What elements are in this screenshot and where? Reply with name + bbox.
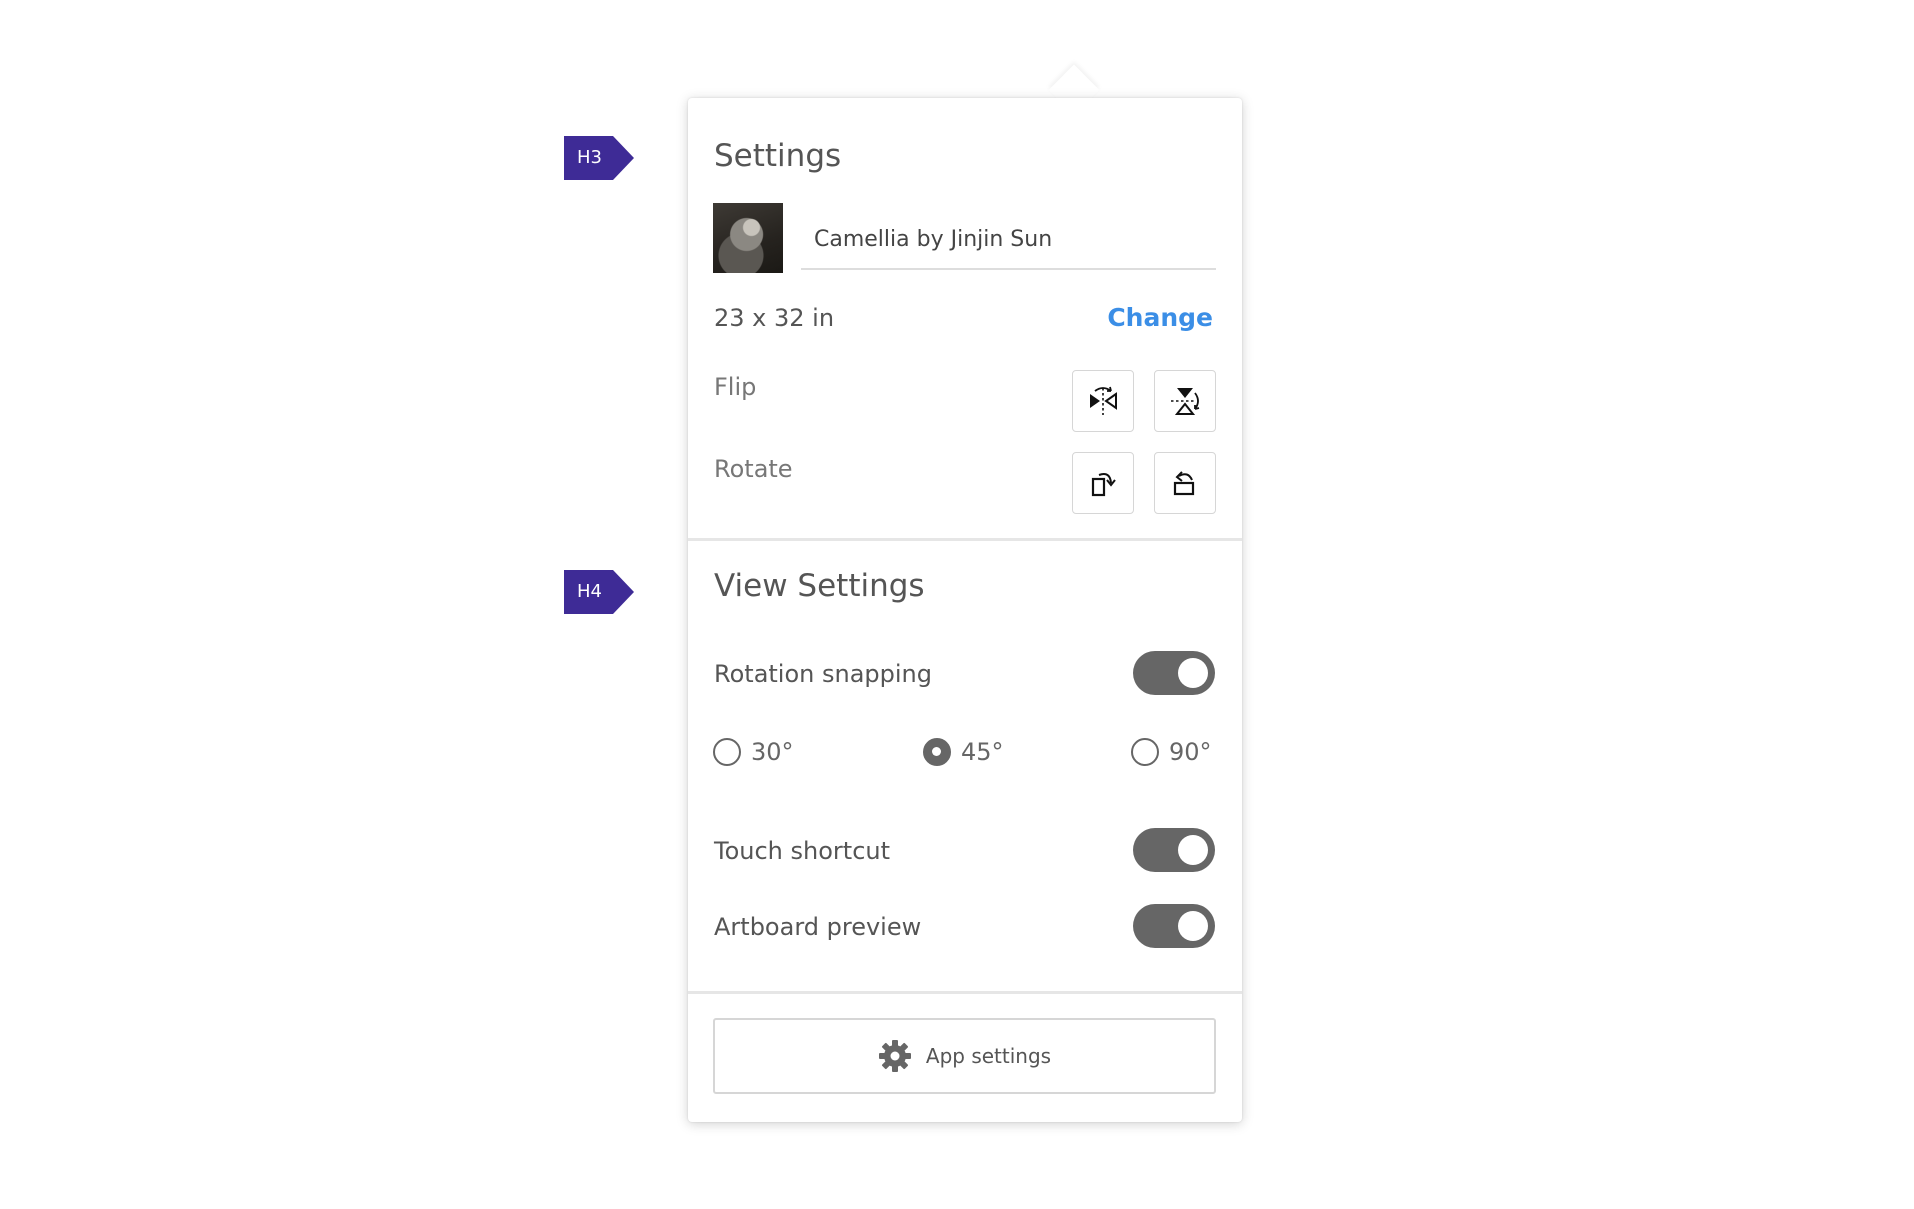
snap-option-90[interactable]: 90°	[1131, 738, 1212, 766]
artwork-size: 23 x 32 in	[714, 304, 835, 332]
section-divider	[688, 991, 1242, 994]
caret-cover	[1040, 98, 1110, 120]
toggle-knob	[1178, 835, 1208, 865]
app-settings-button[interactable]: App settings	[713, 1018, 1216, 1094]
touch-shortcut-label: Touch shortcut	[714, 837, 891, 865]
toggle-knob	[1178, 658, 1208, 688]
settings-heading: Settings	[714, 138, 842, 174]
rotate-clockwise-button[interactable]	[1072, 452, 1134, 514]
artwork-name-field[interactable]: Camellia by Jinjin Sun	[801, 210, 1216, 270]
radio-circle	[713, 738, 741, 766]
rotate-counterclockwise-button[interactable]	[1154, 452, 1216, 514]
snap-option-label: 90°	[1169, 738, 1212, 766]
view-settings-heading: View Settings	[714, 568, 925, 604]
snap-option-label: 30°	[751, 738, 794, 766]
flip-horizontal-icon	[1090, 386, 1117, 415]
rotate-label: Rotate	[714, 455, 793, 483]
radio-circle	[1131, 738, 1159, 766]
artboard-preview-label: Artboard preview	[714, 913, 922, 941]
artboard-preview-toggle[interactable]	[1133, 904, 1215, 948]
rotate-clockwise-icon	[1091, 473, 1116, 497]
rotate-counterclockwise-icon	[1173, 471, 1195, 496]
app-settings-label: App settings	[925, 1044, 1052, 1068]
radio-circle-selected	[923, 738, 951, 766]
snap-option-label: 45°	[961, 738, 1004, 766]
change-size-link[interactable]: Change	[1107, 303, 1213, 332]
heading-level-tag-h4: H4	[564, 570, 634, 614]
flip-horizontal-button[interactable]	[1072, 370, 1134, 432]
flip-label: Flip	[714, 373, 757, 401]
flip-vertical-icon	[1171, 388, 1200, 415]
gear-icon	[878, 1040, 911, 1072]
snap-option-30[interactable]: 30°	[713, 738, 794, 766]
section-divider	[688, 538, 1242, 541]
heading-level-tag-h3: H3	[564, 136, 634, 180]
settings-popover: Settings Camellia by Jinjin Sun 23 x 32 …	[688, 98, 1242, 1122]
stage: H3 H4 Settings Camellia by Jinjin Sun 23…	[0, 0, 1914, 1209]
artwork-thumbnail	[713, 203, 783, 273]
rotation-snapping-toggle[interactable]	[1133, 651, 1215, 695]
flip-vertical-button[interactable]	[1154, 370, 1216, 432]
snap-option-45[interactable]: 45°	[923, 738, 1004, 766]
touch-shortcut-toggle[interactable]	[1133, 828, 1215, 872]
toggle-knob	[1178, 911, 1208, 941]
rotation-snapping-label: Rotation snapping	[714, 660, 933, 688]
